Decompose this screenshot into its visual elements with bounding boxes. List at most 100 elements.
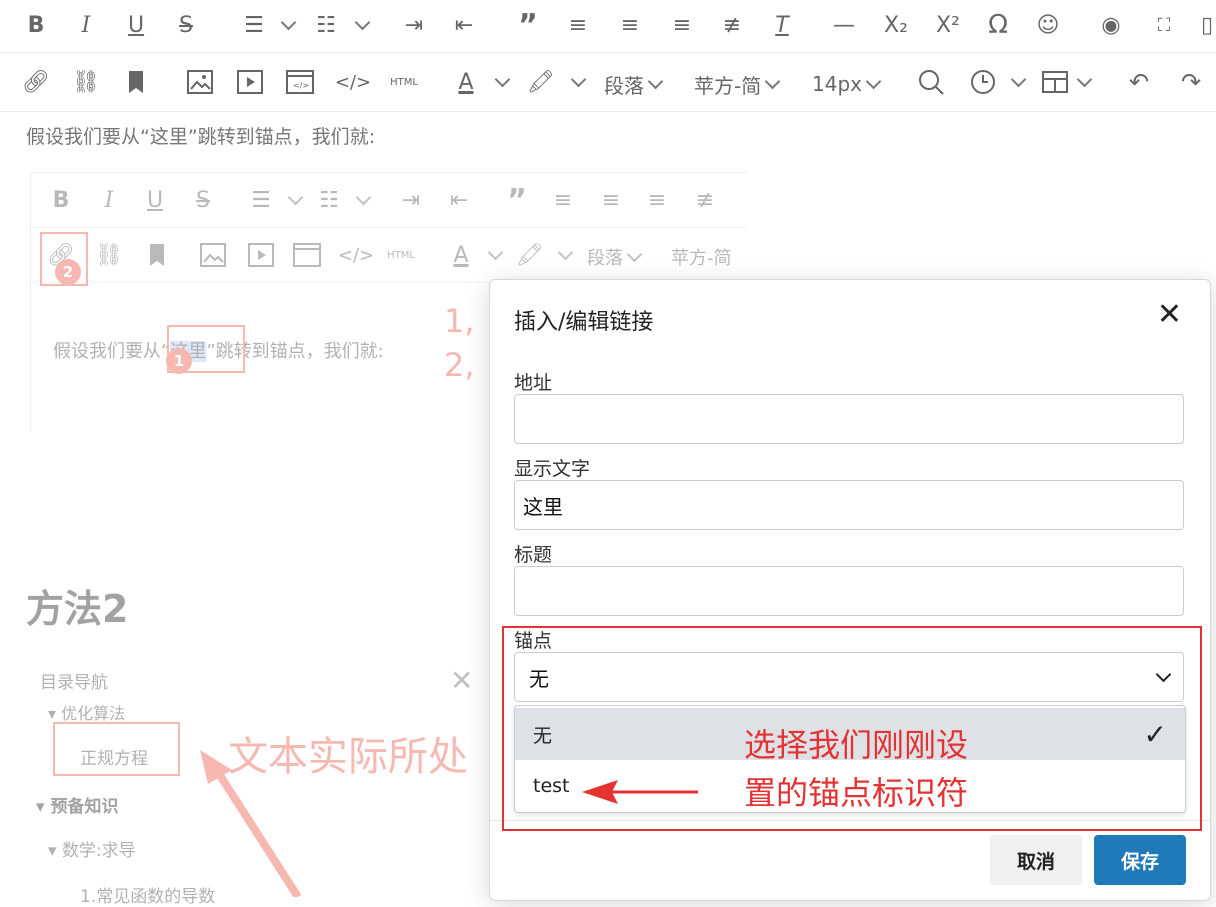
chevron-down-icon[interactable] xyxy=(1076,71,1092,93)
font-family-select: 苹方-简 xyxy=(671,242,732,272)
special-char-icon[interactable]: Ω xyxy=(984,10,1012,40)
outdent-icon: ⇤ xyxy=(449,187,469,213)
outdent-icon[interactable]: ⇤ xyxy=(450,10,478,40)
blockquote-icon[interactable]: ” xyxy=(514,8,542,43)
subscript-icon[interactable]: X₂ xyxy=(880,10,912,40)
video-icon[interactable] xyxy=(236,67,264,97)
chevron-down-icon[interactable] xyxy=(570,71,586,93)
image-icon[interactable] xyxy=(186,67,214,97)
search-icon[interactable] xyxy=(916,67,946,97)
toc-item-highlight-box xyxy=(53,722,180,776)
font-size-select[interactable]: 14px xyxy=(812,69,882,99)
toc-item[interactable]: ▾ 预备知识 xyxy=(36,792,118,817)
highlight-icon: 🖍︎ xyxy=(516,242,544,268)
embed-icon[interactable]: </> xyxy=(286,67,314,97)
chevron-down-icon xyxy=(355,189,371,211)
block-format-select[interactable]: 段落 xyxy=(604,69,664,99)
bookmark-icon xyxy=(145,240,169,270)
code-icon[interactable]: </> xyxy=(335,67,371,97)
font-family-label: 苹方-简 xyxy=(671,248,732,269)
font-color-icon: A xyxy=(453,242,469,268)
anchor-annotation-line-2: 置的锚点标识符 xyxy=(744,774,969,812)
preview-icon[interactable]: ◉ xyxy=(1094,10,1128,40)
superscript-icon[interactable]: X² xyxy=(932,10,964,40)
underline-icon: U xyxy=(146,187,164,213)
numbered-list-icon: ☷ xyxy=(319,187,339,213)
strikethrough-icon: S xyxy=(196,187,210,213)
step-badge-2: 2 xyxy=(55,259,81,285)
save-button[interactable]: 保存 xyxy=(1094,835,1186,885)
chevron-down-icon[interactable] xyxy=(354,14,370,35)
redo-icon[interactable]: ↷ xyxy=(1176,67,1206,97)
block-format-label: 段落 xyxy=(587,248,623,269)
clear-format-icon[interactable]: T xyxy=(768,10,796,40)
step-marker-2: 2, xyxy=(444,346,475,384)
svg-text:</>: </> xyxy=(293,81,309,90)
chevron-down-icon[interactable] xyxy=(280,14,296,35)
toc-close-icon[interactable]: ✕ xyxy=(450,664,473,697)
url-label: 地址 xyxy=(514,372,553,394)
font-family-select[interactable]: 苹方-简 xyxy=(694,69,781,99)
toc-item-label: 预备知识 xyxy=(50,797,119,817)
toc-item-label: 数学:求导 xyxy=(61,841,136,861)
chevron-down-icon xyxy=(487,244,503,266)
justify-icon: ≢ xyxy=(695,187,715,213)
url-input[interactable] xyxy=(514,394,1184,444)
html-button: HTML xyxy=(387,249,415,261)
chevron-down-icon[interactable] xyxy=(494,71,510,93)
toc-item[interactable]: ▾ 优化算法 xyxy=(48,700,125,724)
align-right-icon: ≡ xyxy=(647,187,667,213)
italic-icon: I xyxy=(104,187,114,213)
undo-icon[interactable]: ↶ xyxy=(1124,67,1154,97)
display-text-input[interactable]: 这里 xyxy=(514,480,1184,530)
inner-intro-prefix: 假设我们要从“ xyxy=(53,341,171,362)
title-input[interactable] xyxy=(514,566,1184,616)
chevron-down-icon xyxy=(865,73,882,90)
chevron-down-icon[interactable] xyxy=(1010,71,1026,93)
toc-arrow xyxy=(200,750,302,897)
font-size-label: 14px xyxy=(812,72,862,96)
image-icon xyxy=(199,240,227,270)
more-icon[interactable]: ▯ xyxy=(1198,10,1216,40)
align-left-icon[interactable]: ≡ xyxy=(564,10,592,40)
bold-icon[interactable]: B xyxy=(24,10,48,40)
italic-icon[interactable]: I xyxy=(74,10,98,40)
toc-item[interactable]: ▾ 数学:求导 xyxy=(48,836,136,861)
chevron-down-icon xyxy=(647,73,664,90)
step-marker-1: 1, xyxy=(444,302,475,340)
intro-line: 假设我们要从“这里”跳转到锚点，我们就: xyxy=(26,126,376,148)
fullscreen-icon[interactable]: ⛶ xyxy=(1150,10,1178,40)
align-center-icon[interactable]: ≡ xyxy=(616,10,644,40)
indent-icon: ⇥ xyxy=(401,187,421,213)
block-format-select: 段落 xyxy=(587,242,643,272)
bold-icon: B xyxy=(52,187,70,213)
link-icon[interactable]: 🔗︎ xyxy=(22,67,50,97)
align-right-icon[interactable]: ≡ xyxy=(668,10,696,40)
chevron-down-icon xyxy=(626,246,643,263)
numbered-list-icon[interactable]: ☷ xyxy=(312,10,340,40)
toc-title: 目录导航 xyxy=(40,673,108,693)
unlink-icon: ⛓︎ xyxy=(95,242,123,268)
cancel-button[interactable]: 取消 xyxy=(990,835,1082,885)
horizontal-rule-icon[interactable]: — xyxy=(830,10,858,40)
bullet-list-icon[interactable]: ☰ xyxy=(240,10,268,40)
toc-item-label: 优化算法 xyxy=(61,704,126,723)
highlight-icon[interactable]: 🖍︎ xyxy=(526,67,556,97)
title-label: 标题 xyxy=(514,544,553,566)
indent-icon[interactable]: ⇥ xyxy=(400,10,428,40)
bookmark-icon[interactable] xyxy=(124,67,148,97)
dialog-title: 插入/编辑链接 xyxy=(514,310,654,335)
font-color-icon[interactable]: A xyxy=(452,67,480,97)
html-button[interactable]: HTML xyxy=(386,67,422,97)
justify-icon[interactable]: ≢ xyxy=(718,10,746,40)
table-icon[interactable] xyxy=(1040,67,1070,97)
unlink-icon[interactable]: ⛓︎ xyxy=(72,67,100,97)
clock-icon[interactable] xyxy=(968,67,998,97)
underline-icon[interactable]: U xyxy=(124,10,148,40)
strikethrough-icon[interactable]: S xyxy=(174,10,198,40)
emoji-icon[interactable]: ☺ xyxy=(1034,10,1062,40)
anchor-annotation-line-1: 选择我们刚刚设 xyxy=(744,726,969,764)
embed-icon xyxy=(293,240,321,270)
close-icon[interactable]: ✕ xyxy=(1157,300,1182,330)
main-toolbar-row-2: 🔗︎ ⛓︎ </> </> HTML A 🖍︎ 段落 苹方-简 14px ↶ ↷ xyxy=(0,53,1216,112)
